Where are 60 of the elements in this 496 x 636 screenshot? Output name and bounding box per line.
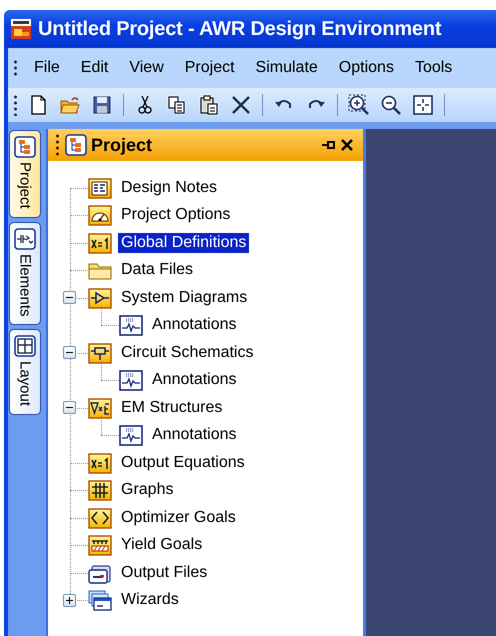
tree-item[interactable]: Graphs: [118, 480, 176, 500]
tree-item[interactable]: Circuit Schematics: [118, 342, 256, 363]
tree-item[interactable]: Design Notes: [118, 178, 220, 198]
tree-item[interactable]: Global Definitions: [118, 232, 250, 253]
waveform-icon: [119, 369, 143, 392]
tree-item[interactable]: Data Files: [118, 260, 196, 280]
tree-item[interactable]: Optimizer Goals: [118, 508, 239, 528]
waveform-icon: [119, 424, 143, 446]
tree-item[interactable]: Annotations: [149, 370, 240, 390]
schematic-icon: [88, 342, 112, 364]
zoom-out-icon[interactable]: [380, 94, 402, 116]
menu-item[interactable]: Edit: [72, 59, 116, 77]
menu-item[interactable]: Options: [330, 59, 402, 77]
tree-item[interactable]: System Diagrams: [118, 288, 250, 308]
grip-handle[interactable]: [56, 133, 59, 157]
tree-item[interactable]: EM Structures: [118, 398, 226, 418]
layout-grid-icon: [14, 335, 36, 358]
tree-item[interactable]: Output Files: [118, 562, 210, 583]
grid-icon: [88, 479, 112, 502]
delete-icon[interactable]: [230, 94, 252, 116]
collapse-toggle[interactable]: [63, 346, 76, 359]
waveform-icon: [119, 314, 143, 336]
zoom-fit-icon[interactable]: [412, 94, 434, 116]
side-tab[interactable]: Project: [9, 130, 41, 218]
zoom-in-icon[interactable]: [348, 94, 370, 116]
tree-item[interactable]: Project Options: [118, 205, 234, 226]
app-logo-icon: [10, 18, 32, 40]
panel-title: Project: [91, 134, 152, 156]
tree-panel-icon: [65, 134, 87, 156]
tree-item[interactable]: Yield Goals: [118, 535, 206, 556]
collapse-toggle[interactable]: [63, 291, 76, 304]
amplifier-icon: [88, 286, 112, 309]
collapse-toggle[interactable]: [63, 401, 76, 414]
tree-panel-icon: [14, 136, 36, 158]
tree-item[interactable]: Output Equations: [118, 452, 248, 473]
grip-handle[interactable]: [14, 94, 17, 116]
tree-item[interactable]: Annotations: [149, 425, 240, 446]
clipboard-icon[interactable]: [198, 94, 220, 116]
menu-item[interactable]: File: [25, 59, 68, 77]
gauge-icon: [88, 204, 112, 226]
menu-item[interactable]: View: [120, 59, 172, 77]
angle-brackets-icon: [88, 506, 112, 529]
tree-item[interactable]: Wizards: [118, 590, 182, 610]
hatched-bar-icon: [88, 534, 112, 556]
grip-handle[interactable]: [14, 59, 17, 77]
equation-icon: [88, 452, 112, 474]
window-title: Untitled Project - AWR Design Environment: [38, 18, 442, 40]
menu-item[interactable]: Tools: [406, 59, 460, 77]
curl-field-icon: [88, 396, 112, 419]
menu-item[interactable]: Project: [176, 59, 243, 77]
grid-note-icon: [88, 176, 112, 199]
component-icon: [14, 228, 36, 250]
equation-icon: [88, 232, 112, 254]
stacked-windows-icon: [88, 589, 112, 612]
expand-toggle[interactable]: [63, 594, 76, 606]
menu-item[interactable]: Simulate: [246, 59, 326, 77]
tree-item[interactable]: Annotations: [149, 315, 240, 336]
close-icon[interactable]: [339, 137, 355, 153]
side-tab[interactable]: Layout: [9, 329, 41, 416]
side-tab[interactable]: Elements: [9, 222, 41, 326]
